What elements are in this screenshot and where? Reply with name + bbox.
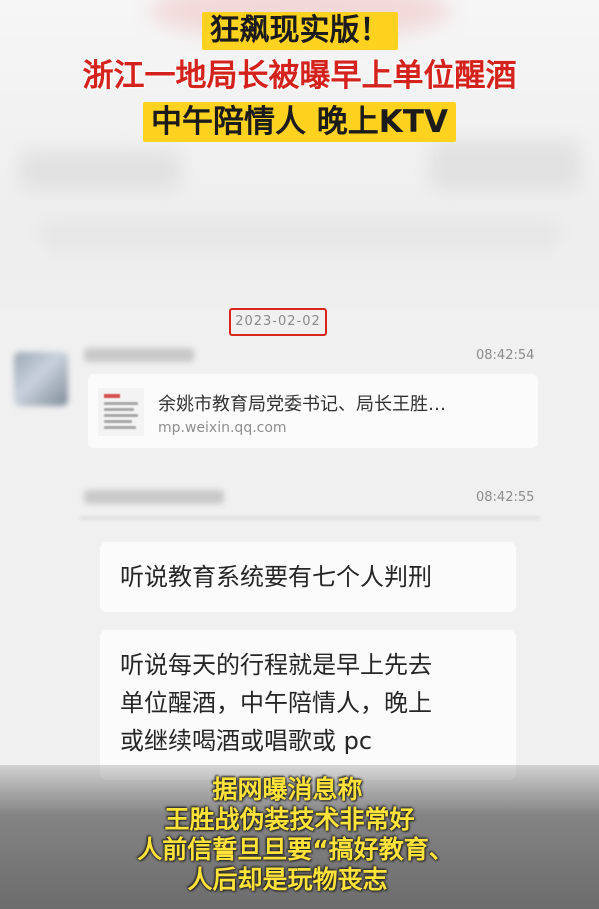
headline-text-1: 狂飙现实版！: [201, 12, 398, 50]
sender-name-blurred: [84, 348, 194, 362]
sender-name-blurred: [84, 490, 224, 504]
caption-line-4: 人后却是玩物丧志: [187, 865, 388, 894]
article-thumbnail: [98, 388, 144, 436]
shared-article-card[interactable]: 余姚市教育局党委书记、局长王胜… mp.weixin.qq.com: [88, 374, 538, 448]
article-title: 余姚市教育局党委书记、局长王胜…: [158, 394, 446, 415]
blurred-divider: [80, 516, 540, 520]
message-text-line: 单位醒酒，中午陪情人，晚上: [120, 689, 432, 717]
message-time: 08:42:54: [476, 348, 535, 363]
headline-text-2: 浙江一地局长被曝早上单位醒酒: [82, 58, 517, 94]
blurred-decoration: [430, 140, 580, 190]
message-text-line: 听说每天的行程就是早上先去: [120, 651, 432, 679]
sender-avatar[interactable]: [14, 352, 68, 406]
chat-message-bubble[interactable]: 听说每天的行程就是早上先去 单位醒酒，中午陪情人，晚上 或继续喝酒或唱歌或 pc: [100, 630, 516, 780]
article-source: mp.weixin.qq.com: [158, 420, 287, 436]
message-text: 听说教育系统要有七个人判刑: [120, 563, 432, 591]
headline-line-1: 狂飙现实版！: [0, 12, 599, 50]
headline-text-3: 中午陪情人 晚上KTV: [143, 102, 456, 142]
message-text-line: 或继续喝酒或唱歌或 pc: [120, 727, 373, 755]
message-time: 08:42:55: [476, 490, 535, 505]
headline-line-2: 浙江一地局长被曝早上单位醒酒: [0, 56, 599, 96]
blurred-decoration: [20, 150, 180, 190]
blurred-decoration: [40, 220, 560, 250]
chat-message-bubble[interactable]: 听说教育系统要有七个人判刑: [100, 542, 516, 612]
headline-line-3: 中午陪情人 晚上KTV: [0, 102, 599, 142]
chat-date-stamp: 2023-02-02: [229, 308, 327, 336]
